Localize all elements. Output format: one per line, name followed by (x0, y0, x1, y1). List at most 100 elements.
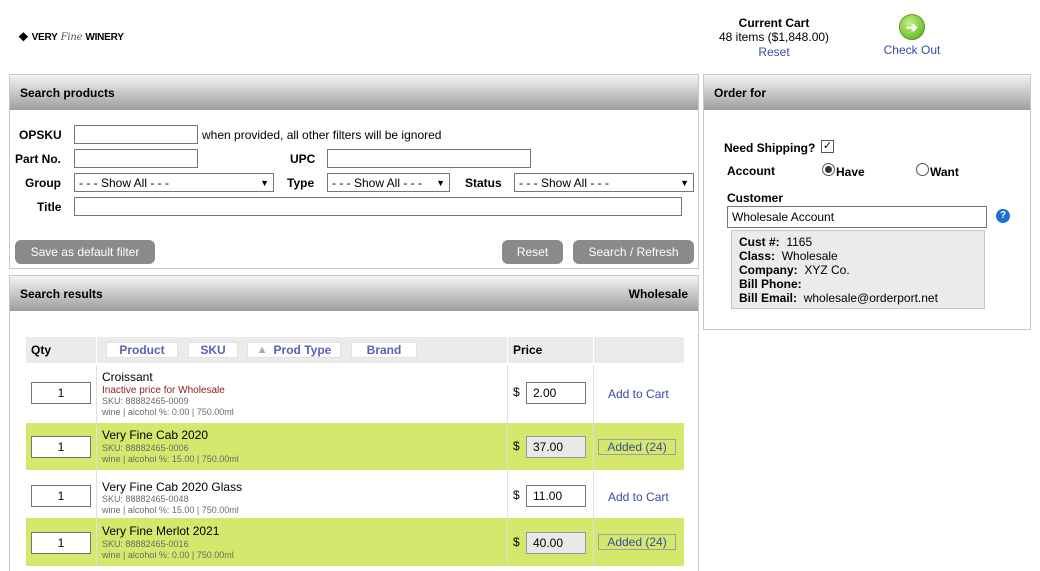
logo-text-fine: Fine (60, 31, 83, 43)
column-divider (96, 337, 97, 363)
need-shipping-label: Need Shipping? (724, 141, 816, 155)
group-label: Group (25, 176, 61, 190)
currency-symbol: $ (513, 488, 520, 502)
checkout-label[interactable]: Check Out (876, 43, 948, 57)
company-label: Company: (739, 263, 798, 277)
reset-button[interactable]: Reset (502, 240, 563, 264)
price-input[interactable]: 40.00 (526, 532, 586, 554)
current-cart: Current Cart 48 items ($1,848.00) Reset (700, 16, 848, 59)
status-select[interactable]: - - - Show All - - - ▼ (514, 173, 694, 192)
price-input[interactable]: 37.00 (526, 436, 586, 458)
save-default-filter-button[interactable]: Save as default filter (15, 240, 155, 264)
product-meta: wine | alcohol %: 0.00 | 750.00ml (102, 407, 234, 417)
currency-symbol: $ (513, 439, 520, 453)
product-name: Very Fine Cab 2020 Glass (102, 480, 243, 494)
opsku-label: OPSKU (19, 128, 62, 142)
chevron-down-icon: ▼ (680, 177, 689, 188)
type-select[interactable]: - - - Show All - - - ▼ (327, 173, 450, 192)
qty-input[interactable]: 1 (31, 532, 91, 554)
search-results-title: Search results (20, 286, 103, 301)
opsku-input[interactable] (74, 125, 198, 144)
type-select-value: - - - Show All - - - (332, 175, 423, 190)
qty-input[interactable]: 1 (31, 485, 91, 507)
arrow-right-circle-icon[interactable]: ➔ (899, 14, 925, 40)
cart-summary: 48 items ($1,848.00) (718, 30, 830, 44)
column-divider (507, 470, 508, 518)
cust-num-value: 1165 (786, 235, 813, 249)
product-sku: SKU: 88882465-0048 (102, 494, 189, 504)
upc-input[interactable] (327, 149, 531, 168)
sort-brand[interactable]: Brand (351, 342, 417, 358)
product-meta: wine | alcohol %: 15.00 | 750.00ml (102, 454, 239, 464)
product-sku: SKU: 88882465-0009 (102, 396, 189, 406)
logo-text-winery: WINERY (85, 31, 124, 43)
search-products-header: Search products (10, 75, 698, 110)
price-input[interactable]: 11.00 (526, 485, 586, 507)
customer-input[interactable]: Wholesale Account (727, 206, 987, 228)
search-results-panel: Search results Wholesale Qty Product SKU… (9, 275, 699, 571)
column-divider (593, 518, 594, 566)
column-qty: Qty (31, 343, 52, 357)
order-for-title: Order for (714, 85, 767, 100)
customer-company-line: Company: XYZ Co. (739, 263, 977, 277)
customer-email-line: Bill Email: wholesale@orderport.net (739, 291, 977, 305)
class-value: Wholesale (781, 249, 838, 263)
part-no-label: Part No. (15, 152, 62, 166)
logo-mark-icon: ❖ (18, 30, 29, 44)
group-select-value: - - - Show All - - - (79, 175, 170, 190)
part-no-input[interactable] (74, 149, 198, 168)
search-products-panel: Search products OPSKU when provided, all… (9, 74, 699, 269)
qty-input[interactable]: 1 (31, 436, 91, 458)
search-refresh-button[interactable]: Search / Refresh (573, 240, 694, 264)
product-meta: wine | alcohol %: 15.00 | 750.00ml (102, 505, 239, 515)
product-name: Very Fine Merlot 2021 (102, 524, 220, 538)
class-label: Class: (739, 249, 776, 263)
title-input[interactable] (74, 197, 682, 216)
added-to-cart-button[interactable]: Added (24) (598, 439, 676, 455)
qty-input[interactable]: 1 (31, 382, 91, 404)
price-input[interactable]: 2.00 (526, 382, 586, 404)
help-icon[interactable]: ? (996, 209, 1010, 223)
customer-label: Customer (727, 191, 784, 205)
type-label: Type (287, 176, 315, 190)
column-divider (593, 365, 594, 423)
checkout-button[interactable]: ➔ Check Out (876, 14, 948, 57)
column-divider (507, 423, 508, 470)
product-name: Croissant (102, 370, 153, 384)
chevron-down-icon: ▼ (436, 177, 445, 188)
opsku-note: when provided, all other filters will be… (202, 128, 442, 142)
column-divider (507, 518, 508, 566)
add-to-cart-link[interactable]: Add to Cart (608, 490, 669, 504)
cust-num-label: Cust #: (739, 235, 780, 249)
company-value: XYZ Co. (804, 263, 850, 277)
column-divider (96, 423, 97, 470)
sort-sku[interactable]: SKU (188, 342, 238, 358)
customer-class-line: Class: Wholesale (739, 249, 977, 263)
bill-email-label: Bill Email: (739, 291, 798, 305)
table-header: Qty Product SKU ▲ Prod Type Brand Price (26, 337, 684, 363)
sort-asc-icon: ▲ (256, 344, 268, 356)
bill-email-value: wholesale@orderport.net (803, 291, 938, 305)
added-to-cart-button[interactable]: Added (24) (598, 534, 676, 550)
currency-symbol: $ (513, 385, 520, 399)
table-row: 1 Very Fine Cab 2020 SKU: 88882465-0006 … (26, 423, 684, 470)
account-want-radio[interactable] (916, 163, 929, 176)
customer-details: Cust #: 1165 Class: Wholesale Company: X… (731, 230, 985, 309)
sort-prod-type[interactable]: ▲ Prod Type (247, 342, 341, 358)
sort-product[interactable]: Product (106, 342, 178, 358)
currency-symbol: $ (513, 535, 520, 549)
column-divider (593, 337, 594, 363)
cart-reset-link[interactable]: Reset (700, 45, 848, 59)
brand-logo: ❖ VERY Fine WINERY (18, 30, 124, 44)
account-have-radio[interactable] (822, 163, 835, 176)
add-to-cart-link[interactable]: Add to Cart (608, 387, 669, 401)
order-for-panel: Order for Need Shipping? ✓ Account Have … (703, 74, 1031, 330)
need-shipping-checkbox[interactable]: ✓ (821, 140, 834, 153)
column-divider (96, 365, 97, 423)
product-sku: SKU: 88882465-0016 (102, 539, 189, 549)
group-select[interactable]: - - - Show All - - - ▼ (74, 173, 274, 192)
search-results-header: Search results Wholesale (10, 276, 698, 311)
account-label: Account (727, 164, 775, 178)
sort-prod-type-label: Prod Type (273, 343, 332, 357)
status-select-value: - - - Show All - - - (519, 175, 610, 190)
